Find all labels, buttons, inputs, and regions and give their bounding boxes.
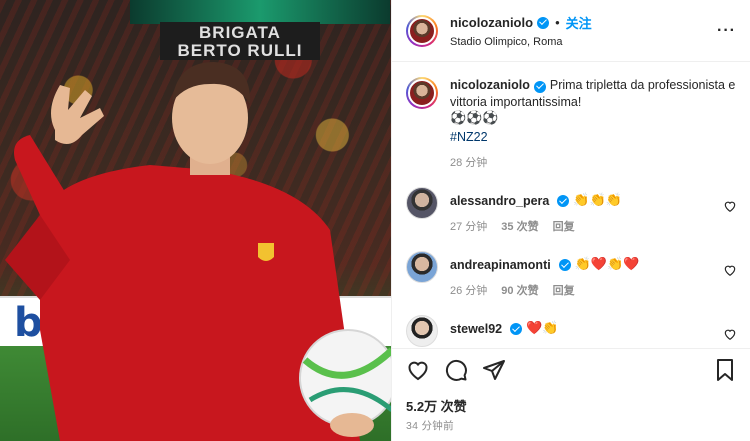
post-photo[interactable]: BRIGATABERTO RULLI bwin — [0, 0, 391, 441]
caption-emojis: ⚽⚽⚽ — [450, 111, 499, 126]
comment-like-heart-icon[interactable] — [723, 199, 737, 213]
verified-badge-icon — [510, 323, 523, 335]
comment-text: 👏❤️👏❤️ — [574, 257, 640, 272]
author-avatar[interactable] — [406, 14, 438, 47]
comment-avatar[interactable] — [406, 315, 438, 347]
reply-button[interactable]: 回复 — [553, 219, 575, 235]
like-heart-icon[interactable] — [406, 358, 430, 382]
post-details-panel: nicolozaniolo • 关注 Stadio Olimpico, Roma… — [391, 0, 750, 441]
comment-username[interactable]: alessandro_pera — [450, 193, 549, 209]
comment-item: alessandro_pera 👏👏👏 27 分钟 35 次赞 回复 — [406, 187, 737, 235]
player-figure — [5, 62, 391, 441]
verified-badge-icon — [558, 259, 571, 271]
comment-likes-count[interactable]: 90 次赞 — [501, 283, 538, 299]
author-username[interactable]: nicolozaniolo — [450, 15, 533, 30]
likes-count[interactable]: 5.2万 次赞 — [406, 396, 467, 415]
post-timestamp: 34 分钟前 — [406, 420, 454, 432]
comment-icon[interactable] — [444, 358, 468, 382]
save-bookmark-icon[interactable] — [713, 358, 737, 382]
comment-time: 26 分钟 — [450, 285, 488, 297]
verified-badge-icon — [537, 16, 550, 29]
comment-item: andreapinamonti 👏❤️👏❤️ 26 分钟 90 次赞 回复 — [406, 251, 737, 299]
verified-badge-icon — [533, 80, 546, 93]
verified-badge-icon — [557, 195, 570, 207]
post-location[interactable]: Stadio Olimpico, Roma — [450, 36, 717, 48]
separator-dot: • — [555, 15, 560, 30]
comment-text: 👏👏👏 — [573, 193, 622, 208]
caption-hashtag[interactable]: #NZ22 — [450, 129, 737, 145]
caption-time: 28 分钟 — [450, 157, 488, 169]
more-options-icon[interactable]: ··· — [717, 22, 736, 40]
comment-text: ❤️👏 — [526, 321, 559, 336]
reply-button[interactable]: 回复 — [553, 283, 575, 299]
comment-avatar[interactable] — [406, 251, 438, 283]
comment-likes-count[interactable]: 35 次赞 — [501, 219, 538, 235]
comment-like-heart-icon[interactable] — [723, 327, 737, 341]
comment-time: 27 分钟 — [450, 221, 488, 233]
comment-avatar[interactable] — [406, 187, 438, 219]
share-send-icon[interactable] — [482, 358, 506, 382]
caption-username[interactable]: nicolozaniolo — [450, 78, 530, 92]
post-header: nicolozaniolo • 关注 Stadio Olimpico, Roma… — [392, 0, 750, 62]
comment-username[interactable]: stewel92 — [450, 321, 502, 337]
caption: nicolozaniolo Prima tripletta da professi… — [406, 77, 737, 171]
follow-button[interactable]: 关注 — [566, 13, 592, 32]
caption-avatar[interactable] — [406, 77, 438, 109]
comment-username[interactable]: andreapinamonti — [450, 257, 551, 273]
post-actions-bar — [392, 348, 750, 390]
comments-section: nicolozaniolo Prima tripletta da professi… — [392, 63, 750, 348]
comment-item: stewel92 ❤️👏 — [406, 315, 737, 347]
comment-like-heart-icon[interactable] — [723, 263, 737, 277]
